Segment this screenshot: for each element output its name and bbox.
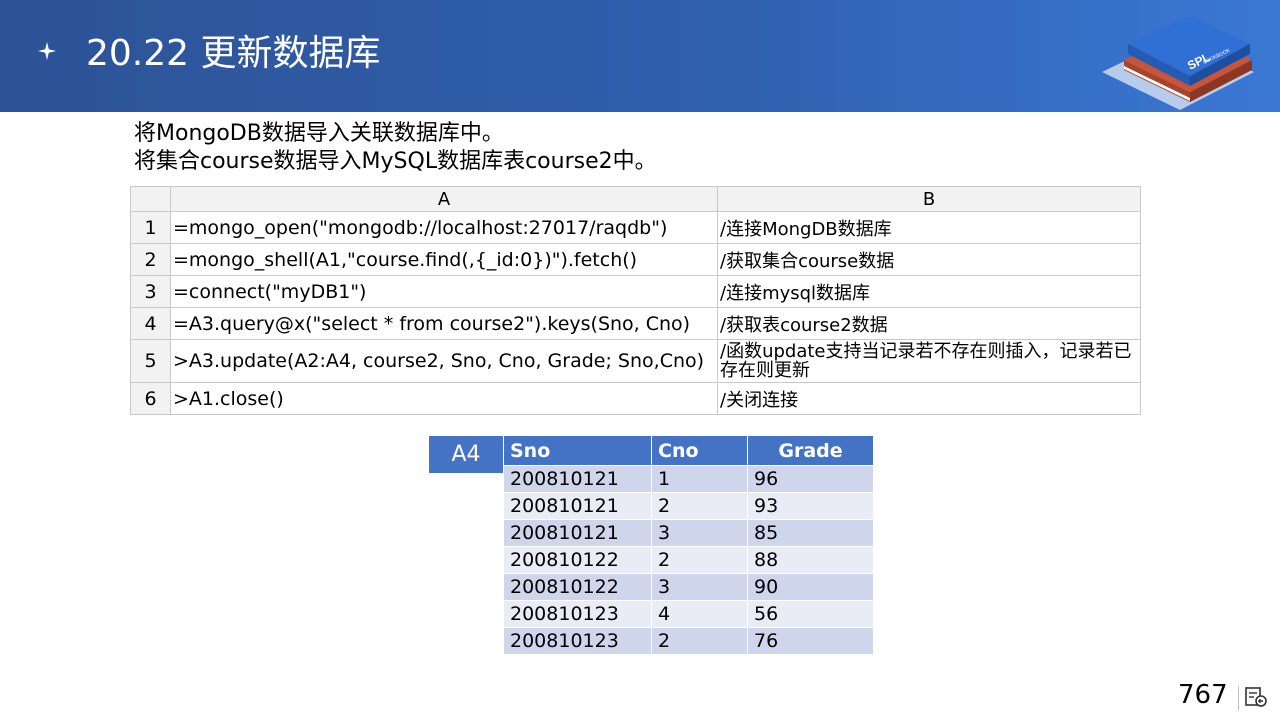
result-header-row: Sno Cno Grade	[503, 435, 874, 466]
page-number: 767	[1178, 680, 1228, 710]
cell-b6[interactable]: /关闭连接	[717, 382, 1141, 415]
grid-corner	[130, 186, 171, 212]
spl-cookbook-book-icon: SPL COOKBOOK	[1102, 16, 1254, 110]
table-row: 200810122 2 88	[503, 546, 874, 574]
description-line: 将集合course数据导入MySQL数据库表course2中。	[134, 149, 657, 174]
row-number[interactable]: 1	[130, 211, 171, 244]
grid-row: 2 =mongo_shell(A1,"course.find(,{_id:0})…	[130, 243, 1141, 276]
table-row: 200810123 4 56	[503, 600, 874, 628]
grid-row: 6 >A1.close() /关闭连接	[130, 382, 1141, 415]
row-number[interactable]: 5	[130, 339, 171, 383]
description-line: 将MongoDB数据导入关联数据库中。	[134, 121, 504, 146]
cell-a2[interactable]: =mongo_shell(A1,"course.find(,{_id:0})")…	[170, 243, 718, 276]
grade-cell: 76	[747, 627, 874, 655]
row-number[interactable]: 6	[130, 382, 171, 415]
cell-a6[interactable]: >A1.close()	[170, 382, 718, 415]
four-point-star-icon	[38, 42, 56, 60]
cell-a5[interactable]: >A3.update(A2:A4, course2, Sno, Cno, Gra…	[170, 339, 718, 383]
result-table: Sno Cno Grade 200810121 1 96 200810121 2 93 …	[503, 435, 874, 655]
cell-b4[interactable]: /获取表course2数据	[717, 307, 1141, 340]
cno-cell: 4	[651, 600, 748, 628]
cell-b5[interactable]: /函数update支持当记录若不存在则插入，记录若已存在则更新	[717, 339, 1141, 383]
slide-navigation-icon[interactable]	[1244, 686, 1268, 708]
table-row: 200810121 2 93	[503, 492, 874, 520]
cno-cell: 1	[651, 465, 748, 493]
result-col-sno: Sno	[503, 435, 652, 466]
cell-a3[interactable]: =connect("myDB1")	[170, 275, 718, 308]
slide-description: 将MongoDB数据导入关联数据库中。 将集合course数据导入MySQL数据…	[134, 120, 657, 176]
cno-cell: 3	[651, 573, 748, 601]
table-row: 200810122 3 90	[503, 573, 874, 601]
grade-cell: 88	[747, 546, 874, 574]
grade-cell: 93	[747, 492, 874, 520]
table-row: 200810121 1 96	[503, 465, 874, 493]
result-cell-label: A4	[429, 436, 503, 473]
col-header-b[interactable]: B	[717, 186, 1141, 212]
cell-b1[interactable]: /连接MongDB数据库	[717, 211, 1141, 244]
cno-cell: 2	[651, 627, 748, 655]
table-row: 200810121 3 85	[503, 519, 874, 547]
sno-cell: 200810121	[503, 519, 652, 547]
table-row: 200810123 2 76	[503, 627, 874, 655]
row-number[interactable]: 4	[130, 307, 171, 340]
grade-cell: 56	[747, 600, 874, 628]
code-grid: A B 1 =mongo_open("mongodb://localhost:2…	[130, 186, 1141, 415]
cell-a1[interactable]: =mongo_open("mongodb://localhost:27017/r…	[170, 211, 718, 244]
cell-b2[interactable]: /获取集合course数据	[717, 243, 1141, 276]
cno-cell: 3	[651, 519, 748, 547]
sno-cell: 200810121	[503, 492, 652, 520]
divider	[1238, 686, 1239, 710]
sno-cell: 200810121	[503, 465, 652, 493]
cno-cell: 2	[651, 492, 748, 520]
row-number[interactable]: 3	[130, 275, 171, 308]
grade-cell: 90	[747, 573, 874, 601]
grid-row: 1 =mongo_open("mongodb://localhost:27017…	[130, 211, 1141, 244]
col-header-a[interactable]: A	[170, 186, 718, 212]
grid-row: 5 >A3.update(A2:A4, course2, Sno, Cno, G…	[130, 339, 1141, 383]
result-col-cno: Cno	[651, 435, 748, 466]
cell-a4[interactable]: =A3.query@x("select * from course2").key…	[170, 307, 718, 340]
slide-title: 20.22 更新数据库	[86, 33, 381, 74]
result-col-grade: Grade	[747, 435, 874, 466]
sno-cell: 200810123	[503, 627, 652, 655]
sno-cell: 200810123	[503, 600, 652, 628]
grid-row: 4 =A3.query@x("select * from course2").k…	[130, 307, 1141, 340]
grade-cell: 96	[747, 465, 874, 493]
grade-cell: 85	[747, 519, 874, 547]
sno-cell: 200810122	[503, 573, 652, 601]
cell-b3[interactable]: /连接mysql数据库	[717, 275, 1141, 308]
grid-row: 3 =connect("myDB1") /连接mysql数据库	[130, 275, 1141, 308]
row-number[interactable]: 2	[130, 243, 171, 276]
cno-cell: 2	[651, 546, 748, 574]
grid-header-row: A B	[130, 186, 1141, 212]
title-bar: 20.22 更新数据库	[0, 0, 1280, 112]
sno-cell: 200810122	[503, 546, 652, 574]
